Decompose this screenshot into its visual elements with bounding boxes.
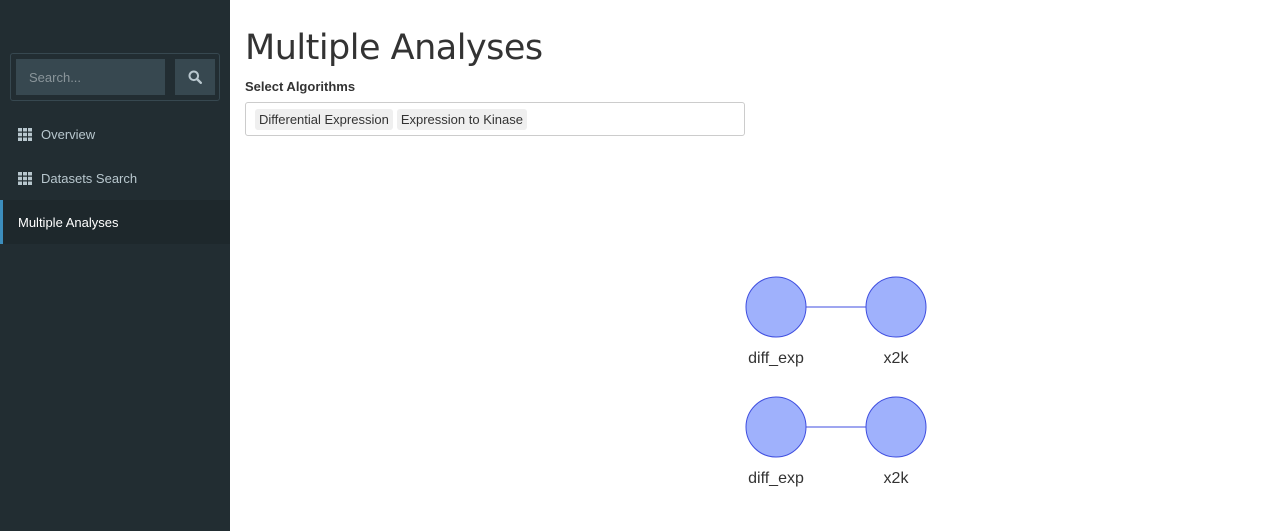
graph-node-label: diff_exp: [748, 350, 804, 367]
graph-node-label: diff_exp: [748, 470, 804, 487]
graph-row: diff_exp x2k: [745, 396, 927, 487]
sidebar-item-label: Multiple Analyses: [18, 214, 119, 230]
graph-node-label: x2k: [884, 470, 910, 487]
search-button[interactable]: [175, 59, 215, 95]
sidebar-item-label: Overview: [41, 126, 96, 142]
graph-node[interactable]: [865, 276, 927, 338]
graph-node[interactable]: [745, 396, 807, 458]
main-content: Multiple Analyses Select Algorithms Diff…: [230, 0, 1280, 531]
search-input[interactable]: [16, 59, 165, 95]
pipeline-graph: diff_exp x2k diff_exp x2k: [745, 276, 927, 487]
sidebar-item-label: Datasets Search: [41, 170, 138, 186]
grid-icon: [18, 171, 32, 185]
sidebar-item-datasets-search[interactable]: Datasets Search: [0, 156, 230, 200]
graph-node-label: x2k: [884, 350, 910, 367]
sidebar-item-multiple-analyses[interactable]: Multiple Analyses: [0, 200, 230, 244]
search-icon: [188, 70, 202, 84]
graph-row: diff_exp x2k: [745, 276, 927, 367]
graph-node[interactable]: [745, 276, 807, 338]
graph-node[interactable]: [865, 396, 927, 458]
grid-icon: [18, 127, 32, 141]
sidebar-item-overview[interactable]: Overview: [0, 112, 230, 156]
sidebar-search-form: [10, 53, 220, 101]
sidebar: Overview Datasets Search Multiple Analys…: [0, 0, 230, 531]
